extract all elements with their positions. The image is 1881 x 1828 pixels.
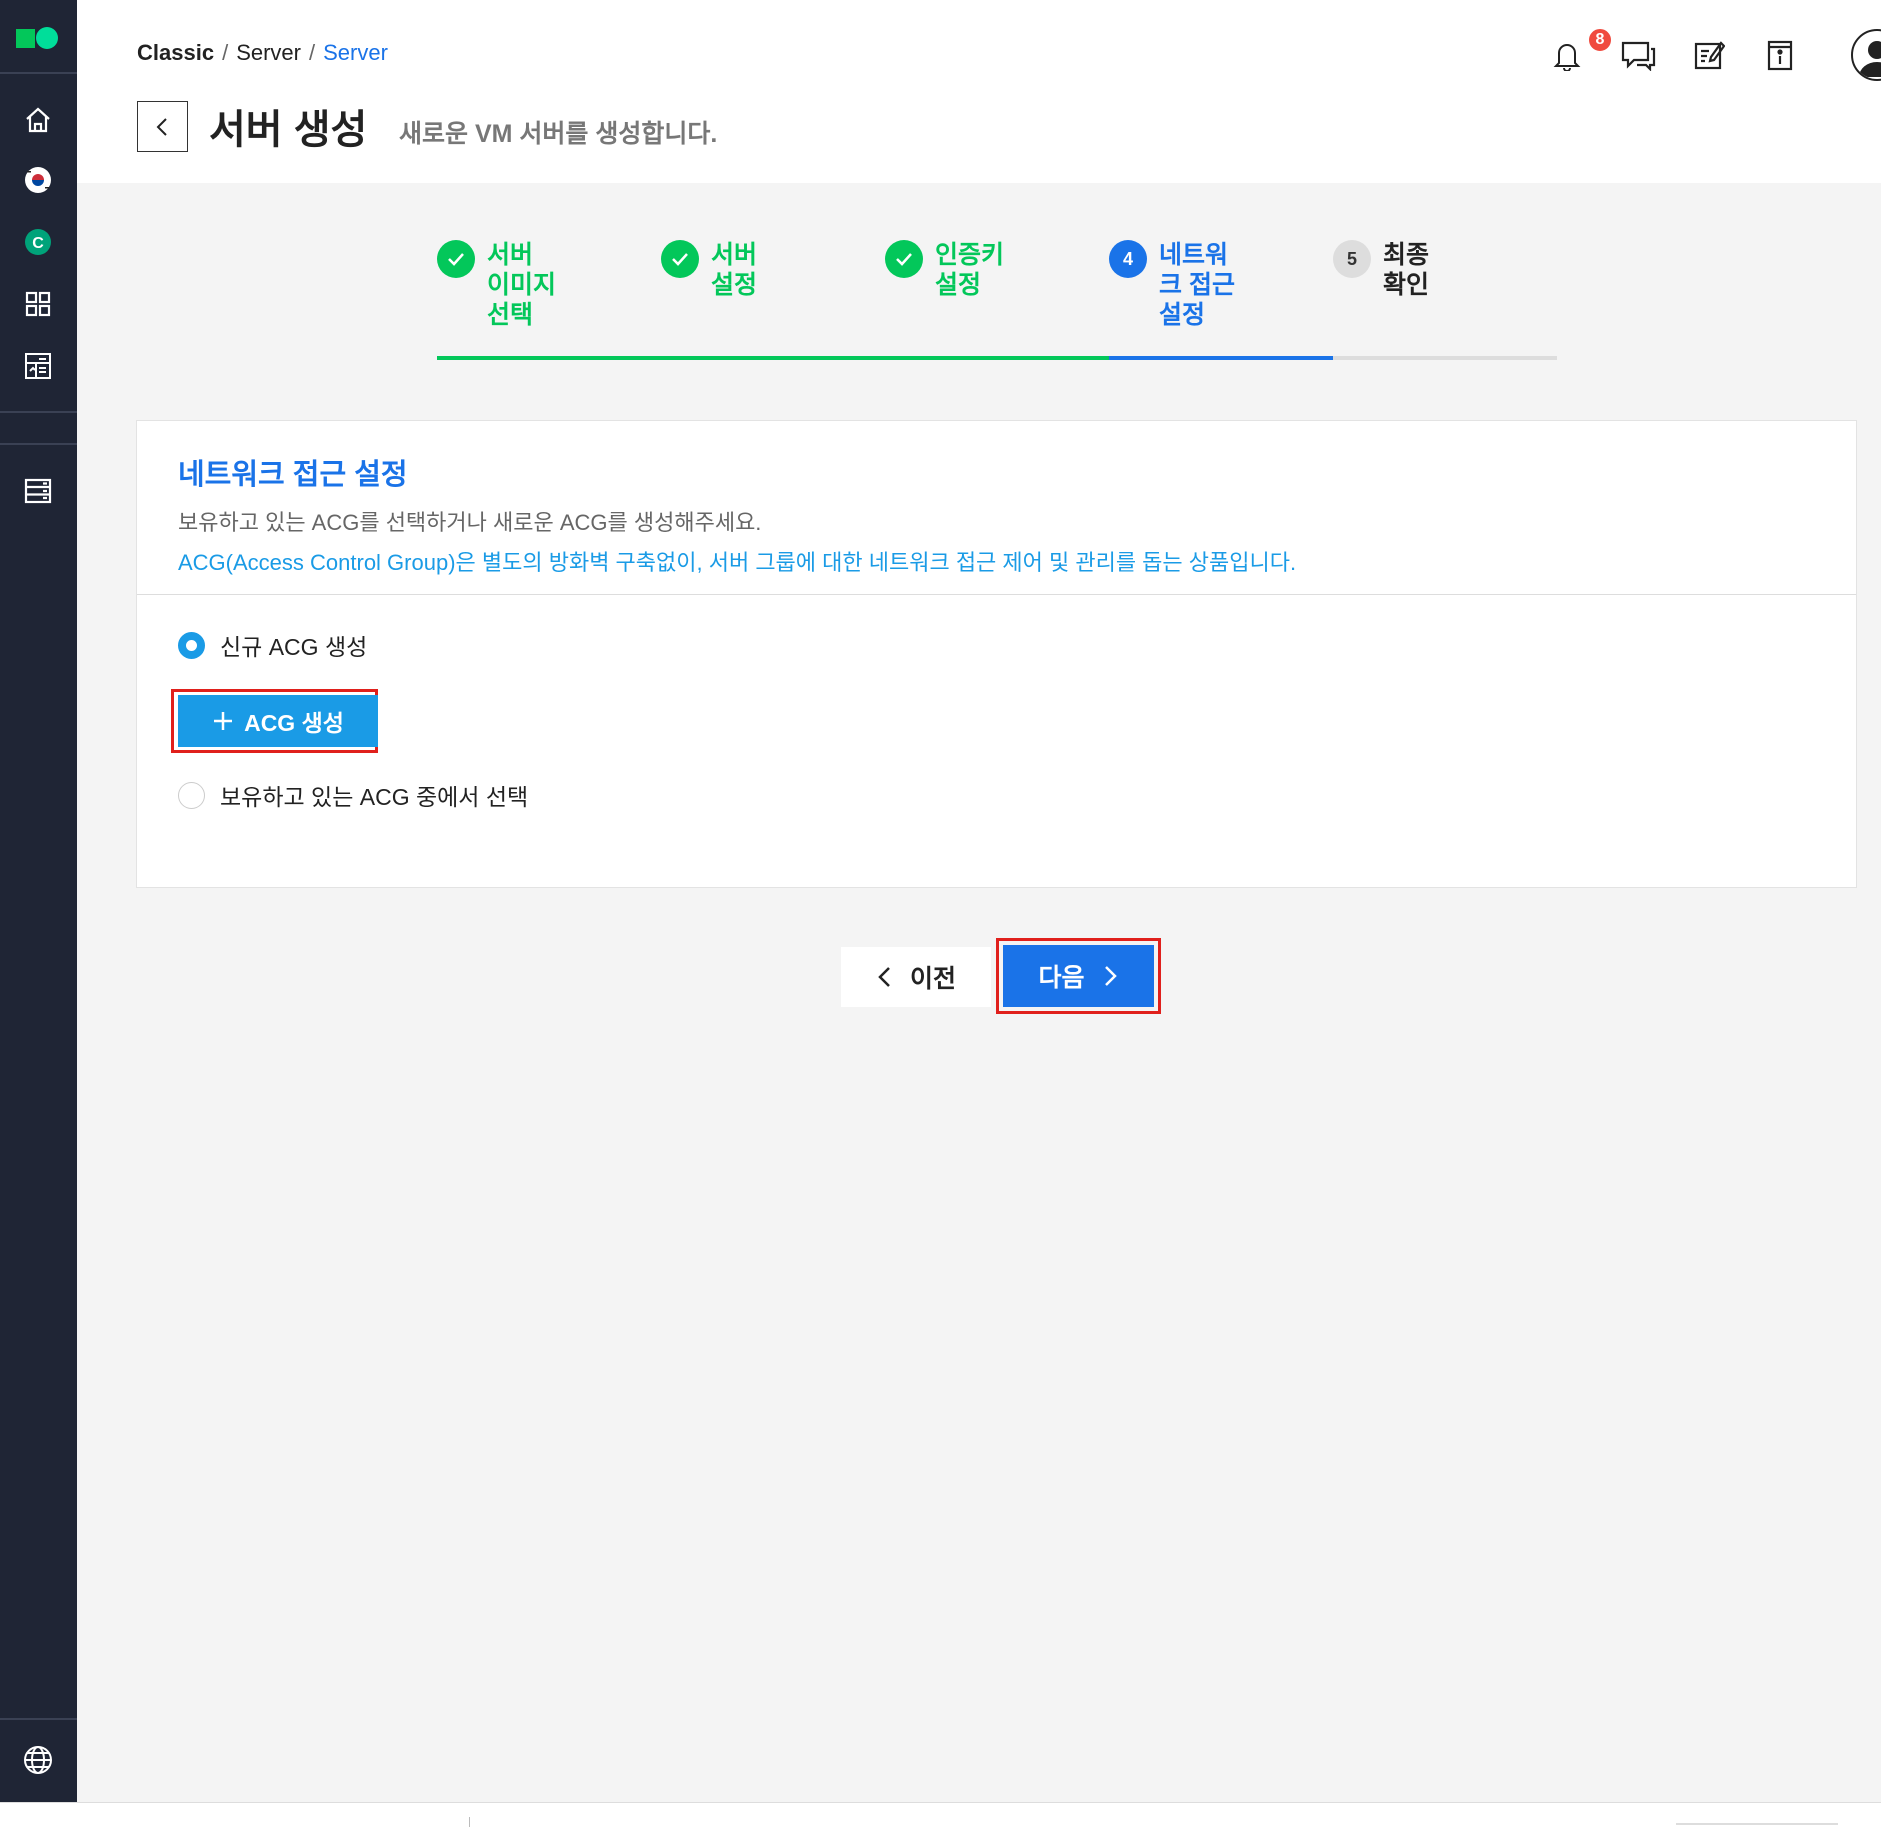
sidebar-divider bbox=[0, 1718, 77, 1720]
existing-acg-radio[interactable] bbox=[178, 781, 205, 809]
create-acg-button[interactable]: ACG 생성 bbox=[178, 695, 378, 747]
footer-right-element bbox=[1676, 1823, 1838, 1825]
footer bbox=[0, 1802, 1881, 1828]
chat-icon[interactable] bbox=[1618, 35, 1658, 75]
sidebar-divider bbox=[0, 443, 77, 445]
network-access-card: 네트워크 접근 설정 보유하고 있는 ACG를 선택하거나 새로운 ACG를 생… bbox=[136, 420, 1857, 888]
check-icon bbox=[661, 240, 699, 278]
breadcrumb-classic[interactable]: Classic bbox=[137, 40, 214, 66]
step-final-check: 5 최종 확인 bbox=[1333, 240, 1475, 300]
page-title: 서버 생성 bbox=[209, 108, 368, 152]
section-title: 네트워크 접근 설정 bbox=[178, 459, 408, 491]
step-server-settings: 서버 설정 bbox=[661, 240, 803, 300]
home-icon[interactable] bbox=[19, 101, 57, 139]
bell-icon[interactable] bbox=[1547, 35, 1587, 75]
dashboard-grid-icon[interactable] bbox=[19, 285, 57, 323]
step-label: 네트워크 접근 설정 bbox=[1159, 241, 1235, 329]
progress-completed bbox=[437, 356, 1109, 360]
ncloud-logo[interactable] bbox=[16, 26, 60, 50]
info-book-icon[interactable] bbox=[1760, 35, 1800, 75]
new-acg-label: 신규 ACG 생성 bbox=[220, 634, 368, 660]
sidebar: C bbox=[0, 0, 77, 1802]
page-header: Classic / Server / Server 서버 생성 새로운 VM 서… bbox=[77, 0, 1881, 183]
step-auth-key: 인증키 설정 bbox=[885, 240, 1027, 300]
breadcrumb-server-category[interactable]: Server bbox=[236, 40, 301, 66]
step-number: 4 bbox=[1109, 240, 1147, 278]
check-icon bbox=[885, 240, 923, 278]
chevron-right-icon bbox=[1104, 966, 1117, 986]
footer-divider bbox=[469, 1817, 470, 1827]
step-label: 인증키 설정 bbox=[935, 241, 1005, 299]
new-acg-radio[interactable] bbox=[178, 631, 205, 659]
plus-icon bbox=[214, 712, 233, 730]
logo-square bbox=[16, 29, 35, 48]
existing-acg-option[interactable]: 보유하고 있는 ACG 중에서 선택 bbox=[178, 778, 528, 812]
user-avatar-icon[interactable] bbox=[1851, 29, 1881, 81]
sidebar-divider bbox=[0, 411, 77, 413]
memo-icon[interactable] bbox=[1689, 35, 1729, 75]
server-list-icon[interactable] bbox=[19, 472, 57, 510]
progress-current bbox=[1109, 356, 1333, 360]
step-network-access: 4 네트워크 접근 설정 bbox=[1109, 240, 1239, 330]
globe-icon[interactable] bbox=[19, 1741, 57, 1779]
next-button[interactable]: 다음 bbox=[1003, 945, 1154, 1007]
step-label: 서버 이미지 선택 bbox=[487, 241, 557, 329]
back-button[interactable] bbox=[137, 101, 188, 152]
page-subtitle: 새로운 VM 서버를 생성합니다. bbox=[399, 120, 718, 148]
breadcrumb-server-current[interactable]: Server bbox=[323, 40, 388, 66]
chevron-left-icon bbox=[156, 117, 167, 136]
create-acg-label: ACG 생성 bbox=[244, 710, 344, 736]
logo-circle bbox=[36, 27, 58, 49]
chevron-left-icon bbox=[878, 967, 890, 987]
section-description: 보유하고 있는 ACG를 선택하거나 새로운 ACG를 생성해주세요. bbox=[178, 510, 762, 535]
prev-label: 이전 bbox=[909, 965, 956, 993]
step-label: 서버 설정 bbox=[711, 241, 758, 299]
next-label: 다음 bbox=[1038, 964, 1085, 992]
prev-button[interactable]: 이전 bbox=[841, 947, 991, 1007]
notification-badge: 8 bbox=[1587, 27, 1613, 53]
existing-acg-label: 보유하고 있는 ACG 중에서 선택 bbox=[220, 784, 529, 810]
breadcrumb: Classic / Server / Server bbox=[137, 40, 388, 66]
check-icon bbox=[437, 240, 475, 278]
classic-badge-text: C bbox=[32, 235, 44, 252]
sidebar-divider bbox=[0, 72, 77, 74]
acg-info-text: ACG(Access Control Group)은 별도의 방화벽 구축없이,… bbox=[178, 550, 1297, 575]
card-header: 네트워크 접근 설정 보유하고 있는 ACG를 선택하거나 새로운 ACG를 생… bbox=[137, 421, 1856, 595]
report-icon[interactable] bbox=[19, 347, 57, 385]
step-label: 최종 확인 bbox=[1383, 241, 1430, 299]
classic-platform-icon[interactable]: C bbox=[19, 223, 57, 261]
step-number: 5 bbox=[1333, 240, 1371, 278]
step-server-image: 서버 이미지 선택 bbox=[437, 240, 579, 330]
korea-region-icon[interactable] bbox=[19, 161, 57, 199]
new-acg-option[interactable]: 신규 ACG 생성 bbox=[178, 628, 367, 662]
wizard-steps: 서버 이미지 선택 서버 설정 인증키 설정 4 네트워크 접근 설정 5 최종… bbox=[437, 240, 1557, 365]
